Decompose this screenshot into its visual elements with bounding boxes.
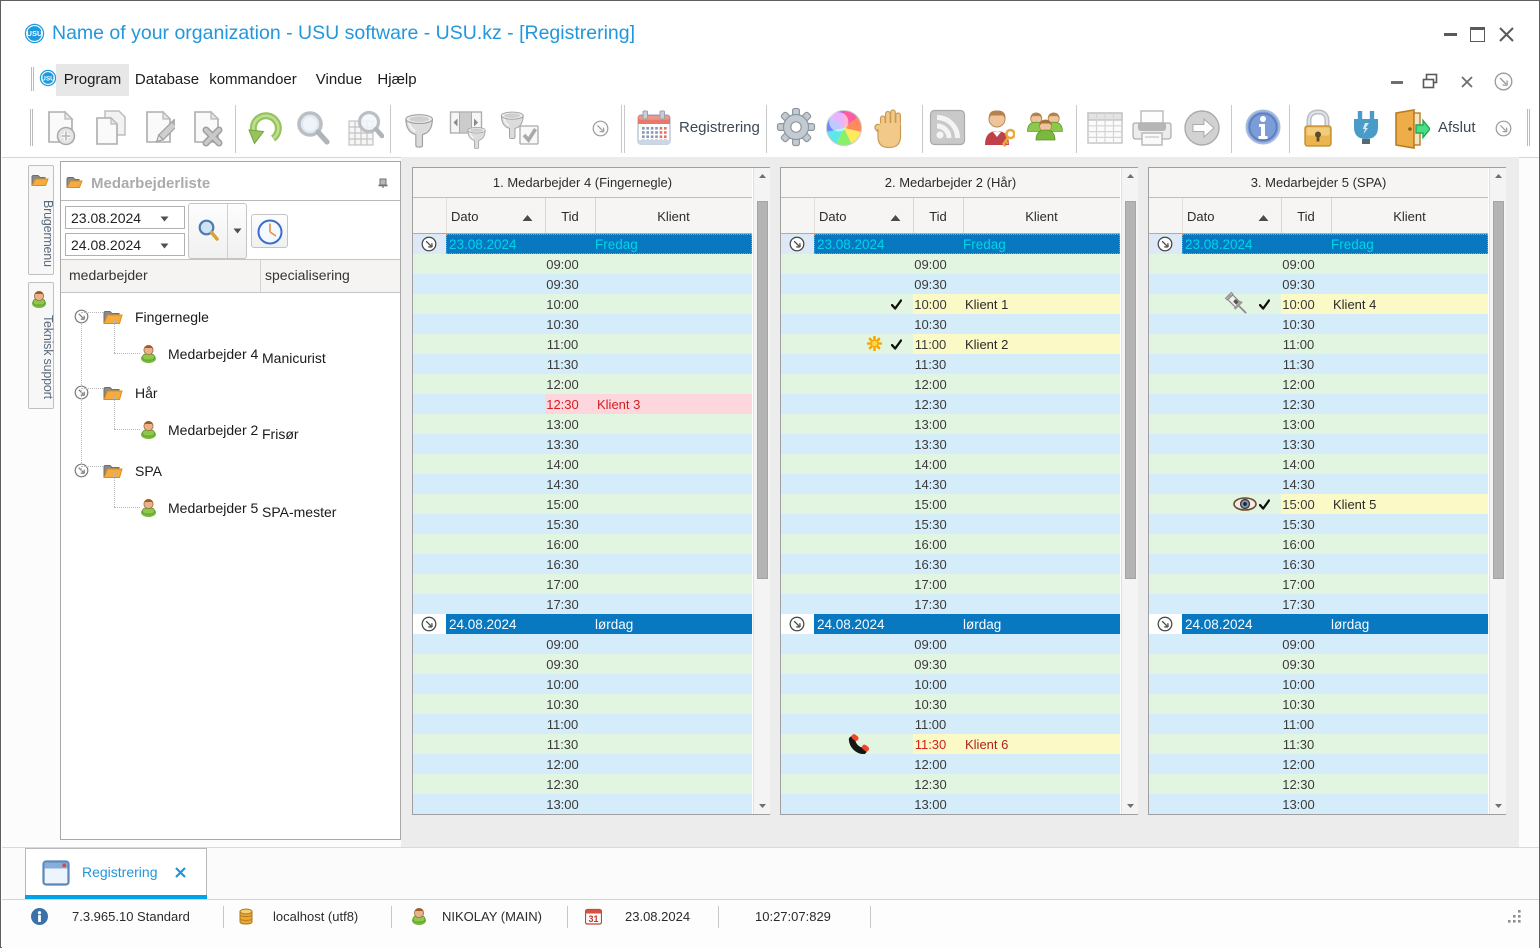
svg-text:31: 31	[588, 914, 598, 924]
svg-text:USU: USU	[27, 29, 43, 38]
svg-text:USU: USU	[41, 76, 55, 83]
